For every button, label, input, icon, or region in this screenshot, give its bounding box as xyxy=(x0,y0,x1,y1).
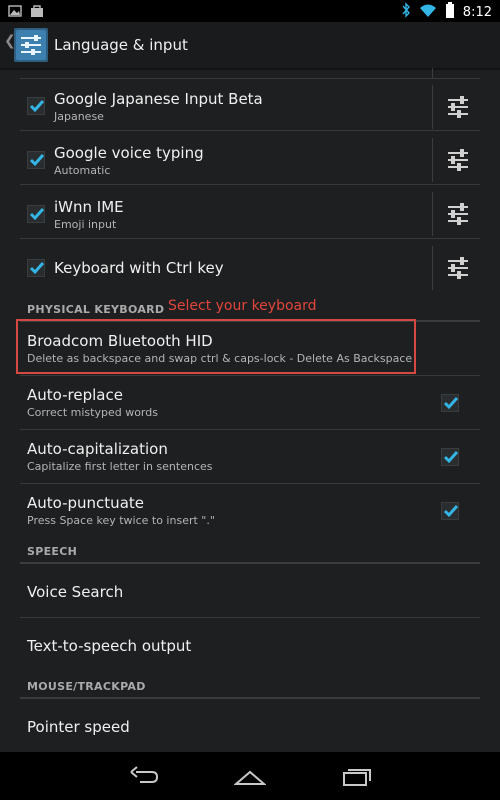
clock-time: 8:12 xyxy=(462,4,492,20)
settings-app-icon[interactable] xyxy=(14,28,48,62)
settings-sliders-icon xyxy=(448,96,468,118)
checkbox-checked[interactable] xyxy=(441,502,459,520)
divider xyxy=(432,192,433,236)
settings-sliders-icon xyxy=(448,203,468,225)
battery-icon xyxy=(445,2,455,22)
input-settings-button[interactable] xyxy=(436,192,482,236)
section-header-speech: SPEECH xyxy=(27,545,78,558)
list-item-title: Google voice typing xyxy=(54,144,204,162)
list-item-voice-search[interactable]: Voice Search xyxy=(27,583,123,601)
list-item-summary: Capitalize first letter in sentences xyxy=(27,460,213,473)
list-item-summary: Automatic xyxy=(54,164,111,177)
divider xyxy=(432,138,433,182)
divider xyxy=(432,85,433,129)
divider xyxy=(432,68,433,78)
list-item-title: Google Japanese Input Beta xyxy=(54,90,263,108)
home-icon[interactable] xyxy=(233,764,267,792)
divider xyxy=(20,617,480,618)
shop-notification-icon xyxy=(30,3,44,22)
divider xyxy=(20,429,480,430)
checkbox-checked[interactable] xyxy=(27,205,45,223)
divider xyxy=(20,184,480,185)
bluetooth-icon xyxy=(401,2,411,22)
divider xyxy=(432,246,433,290)
navigation-bar xyxy=(0,752,500,800)
list-item-summary: Correct mistyped words xyxy=(27,406,158,419)
list-item-title: Auto-capitalization xyxy=(27,440,168,458)
gallery-notification-icon xyxy=(8,3,22,22)
annotation-label: Select your keyboard xyxy=(168,298,317,314)
list-item-title: Keyboard with Ctrl key xyxy=(54,259,224,277)
list-item-pointer-speed[interactable]: Pointer speed xyxy=(27,718,130,736)
wifi-icon xyxy=(419,3,437,21)
list-item-title: Auto-punctuate xyxy=(27,494,144,512)
back-icon[interactable] xyxy=(128,764,160,792)
divider xyxy=(20,130,480,131)
input-settings-button[interactable] xyxy=(436,85,482,129)
input-settings-button[interactable] xyxy=(436,138,482,182)
annotation-highlight-box xyxy=(16,319,416,374)
list-item-title: iWnn IME xyxy=(54,198,124,216)
page-title: Language & input xyxy=(54,36,188,54)
recent-apps-icon[interactable] xyxy=(340,764,372,792)
divider xyxy=(20,375,480,376)
settings-sliders-icon xyxy=(448,149,468,171)
settings-sliders-icon xyxy=(448,257,468,279)
section-divider xyxy=(20,697,480,699)
section-divider xyxy=(20,562,480,564)
checkbox-checked[interactable] xyxy=(27,151,45,169)
divider xyxy=(20,78,480,79)
action-bar: ❮ Language & input xyxy=(0,22,500,68)
input-settings-button[interactable] xyxy=(436,246,482,290)
checkbox-checked[interactable] xyxy=(27,97,45,115)
settings-list[interactable]: Google Japanese Input Beta Japanese Goog… xyxy=(0,68,500,752)
checkbox-checked[interactable] xyxy=(441,448,459,466)
list-item-title: Auto-replace xyxy=(27,386,123,404)
list-item-text-to-speech[interactable]: Text-to-speech output xyxy=(27,637,191,655)
list-item-summary: Press Space key twice to insert "." xyxy=(27,514,215,527)
divider xyxy=(20,238,480,239)
section-header-mouse-trackpad: MOUSE/TRACKPAD xyxy=(27,680,146,693)
checkbox-checked[interactable] xyxy=(441,394,459,412)
section-header-physical-keyboard: PHYSICAL KEYBOARD xyxy=(27,303,165,316)
list-item-summary: Emoji input xyxy=(54,218,117,231)
status-bar: 8:12 xyxy=(0,0,500,22)
divider xyxy=(20,483,480,484)
checkbox-checked[interactable] xyxy=(27,259,45,277)
list-item-summary: Japanese xyxy=(54,110,104,123)
